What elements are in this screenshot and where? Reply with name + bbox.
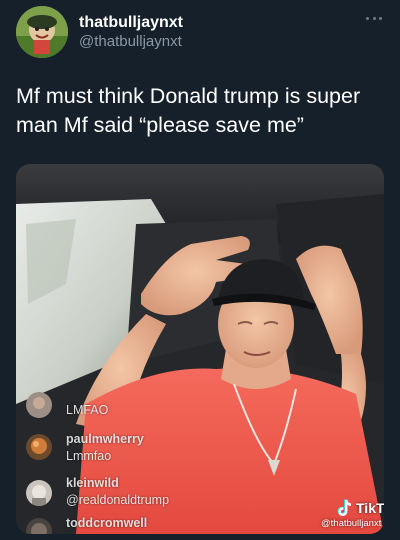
comment-text: LMFAO — [66, 403, 109, 417]
comment-avatar — [26, 480, 52, 506]
tweet-text: Mf must think Donald trump is super man … — [16, 84, 361, 137]
comment-username: toddcromwell — [66, 516, 148, 530]
tiktok-watermark: TikTok — [336, 499, 384, 517]
comment-text: Lmmfao — [66, 449, 112, 463]
user-avatar[interactable] — [16, 6, 68, 58]
video-media[interactable]: LMFAO paulmwherry Lmmfao kleinwild @real… — [16, 164, 384, 534]
more-horizontal-icon[interactable] — [366, 14, 382, 22]
display-name[interactable]: thatbulljaynxt — [79, 14, 183, 32]
tiktok-icon — [337, 499, 352, 517]
comment-avatar — [26, 392, 52, 418]
user-handle[interactable]: @thatbulljaynxt — [79, 33, 182, 50]
comment-username: kleinwild — [66, 476, 119, 490]
tiktok-wordmark: TikTok — [356, 500, 384, 516]
tweet-card[interactable]: thatbulljaynxt @thatbulljaynxt Mf must t… — [0, 0, 400, 540]
comment-text: @realdonaldtrump — [66, 493, 170, 507]
tiktok-handle: @thatbulljanxt — [321, 518, 382, 529]
comment-username: paulmwherry — [66, 432, 144, 446]
comment-avatar — [26, 434, 52, 460]
